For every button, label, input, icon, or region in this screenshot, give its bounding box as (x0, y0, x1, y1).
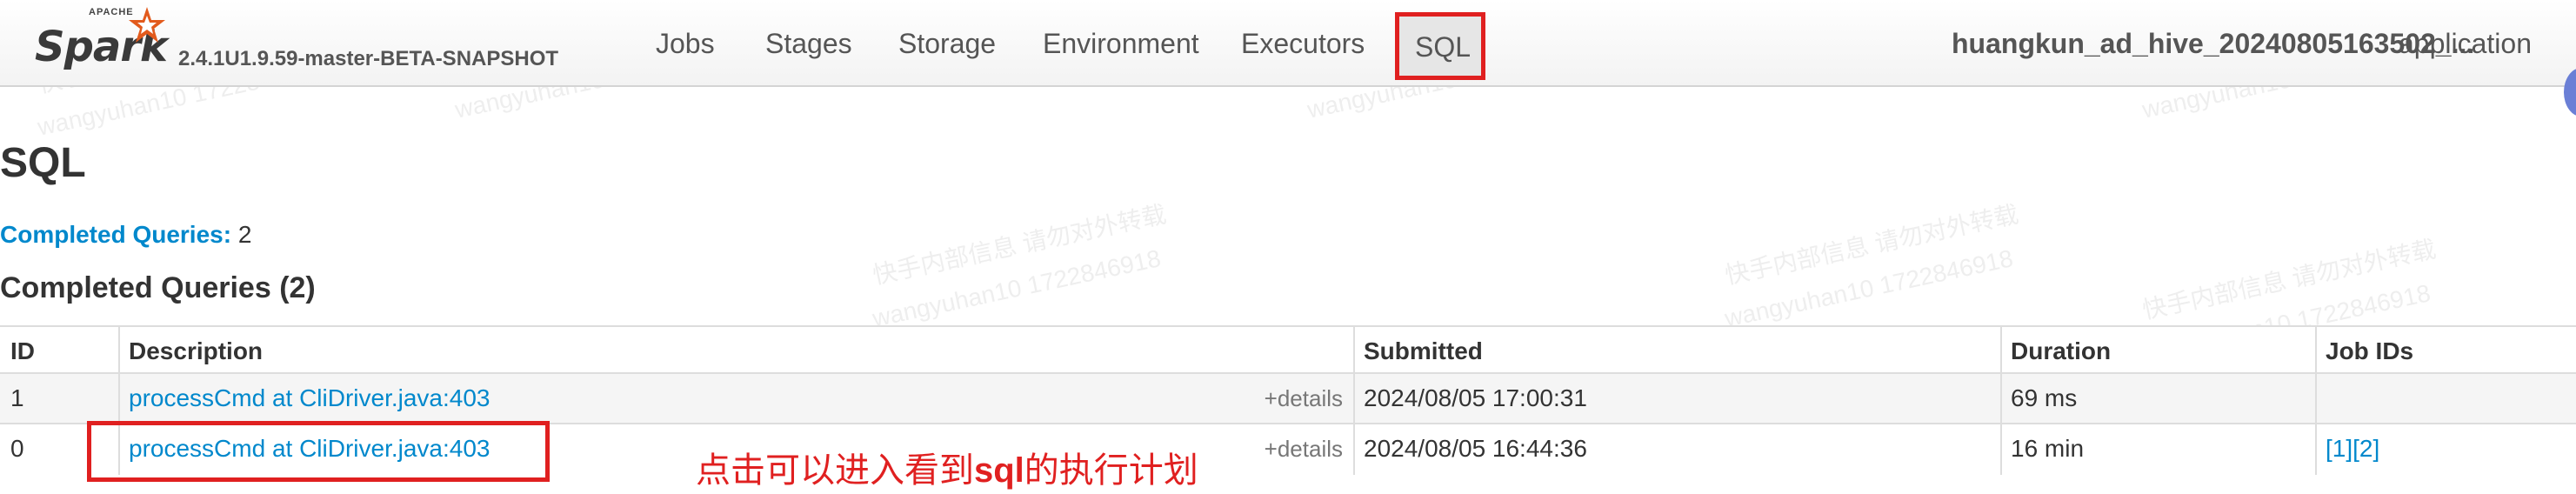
annotation-prefix: 点击可以进入看到 (696, 451, 974, 490)
tab-executors[interactable]: Executors (1241, 28, 1365, 60)
query-description-cell: processCmd at CliDriver.java:403 +detail… (118, 374, 1353, 423)
watermark: 快手内部信息 请勿对外转载 (2139, 235, 2439, 324)
tab-sql[interactable]: SQL (1395, 12, 1485, 80)
annotation-suffix: 的执行计划 (1024, 451, 1198, 490)
completed-queries-link[interactable]: Completed Queries: (0, 221, 231, 248)
query-duration: 69 ms (2000, 374, 2315, 423)
navbar: APACHE Spark 2.4.1U1.9.59-master-BETA-SN… (0, 0, 2576, 117)
spark-logo[interactable]: APACHE Spark (35, 5, 168, 75)
watermark: wangyuhan10 1722846918 (870, 244, 1164, 332)
table-header-row: ID Description Submitted Duration Job ID… (0, 325, 2576, 374)
tab-jobs[interactable]: Jobs (656, 28, 715, 60)
column-header-description[interactable]: Description (118, 327, 1353, 372)
tab-sql-label: SQL (1415, 31, 1472, 63)
column-header-duration[interactable]: Duration (2000, 327, 2315, 372)
annotation-keyword: sql (974, 451, 1024, 490)
query-description-link[interactable]: processCmd at CliDriver.java:403 (129, 384, 491, 411)
details-toggle[interactable]: +details (1265, 424, 1343, 473)
spark-star-logo-icon (129, 7, 165, 43)
highlight-box (87, 421, 550, 482)
query-job-ids (2315, 374, 2576, 423)
page-title: SQL (0, 140, 86, 186)
query-duration: 16 min (2000, 424, 2315, 475)
watermark: wangyuhan10 1722846918 (1722, 244, 2016, 332)
app-name: huangkun_ad_hive_20240805163502_... (1952, 28, 2475, 59)
column-header-job-ids[interactable]: Job IDs (2315, 327, 2576, 372)
column-header-id[interactable]: ID (0, 327, 118, 372)
watermark: 快手内部信息 请勿对外转载 (1722, 200, 2021, 290)
query-submitted: 2024/08/05 16:44:36 (1353, 424, 2000, 475)
completed-queries-count: 2 (237, 221, 252, 248)
tab-environment[interactable]: Environment (1043, 28, 1199, 60)
app-suffix: application (2399, 28, 2532, 59)
annotation-text: 点击可以进入看到sql的执行计划 (696, 442, 1198, 492)
tab-stages[interactable]: Stages (765, 28, 852, 60)
spark-version: 2.4.1U1.9.59-master-BETA-SNAPSHOT (178, 47, 559, 70)
query-job-ids-cell: [1][2] (2315, 424, 2576, 475)
column-header-submitted[interactable]: Submitted (1353, 327, 2000, 372)
completed-queries-summary: Completed Queries: 2 (0, 221, 251, 249)
details-toggle[interactable]: +details (1265, 374, 1343, 423)
query-submitted: 2024/08/05 17:00:31 (1353, 374, 2000, 423)
tab-storage[interactable]: Storage (898, 28, 996, 60)
job-ids-link[interactable]: [1][2] (2326, 435, 2379, 462)
query-id: 1 (10, 384, 24, 411)
floating-widget[interactable] (2564, 68, 2576, 117)
table-row: 1 processCmd at CliDriver.java:403 +deta… (0, 374, 2576, 424)
section-title[interactable]: Completed Queries (2) (0, 271, 316, 305)
watermark: 快手内部信息 请勿对外转载 (870, 200, 1169, 290)
